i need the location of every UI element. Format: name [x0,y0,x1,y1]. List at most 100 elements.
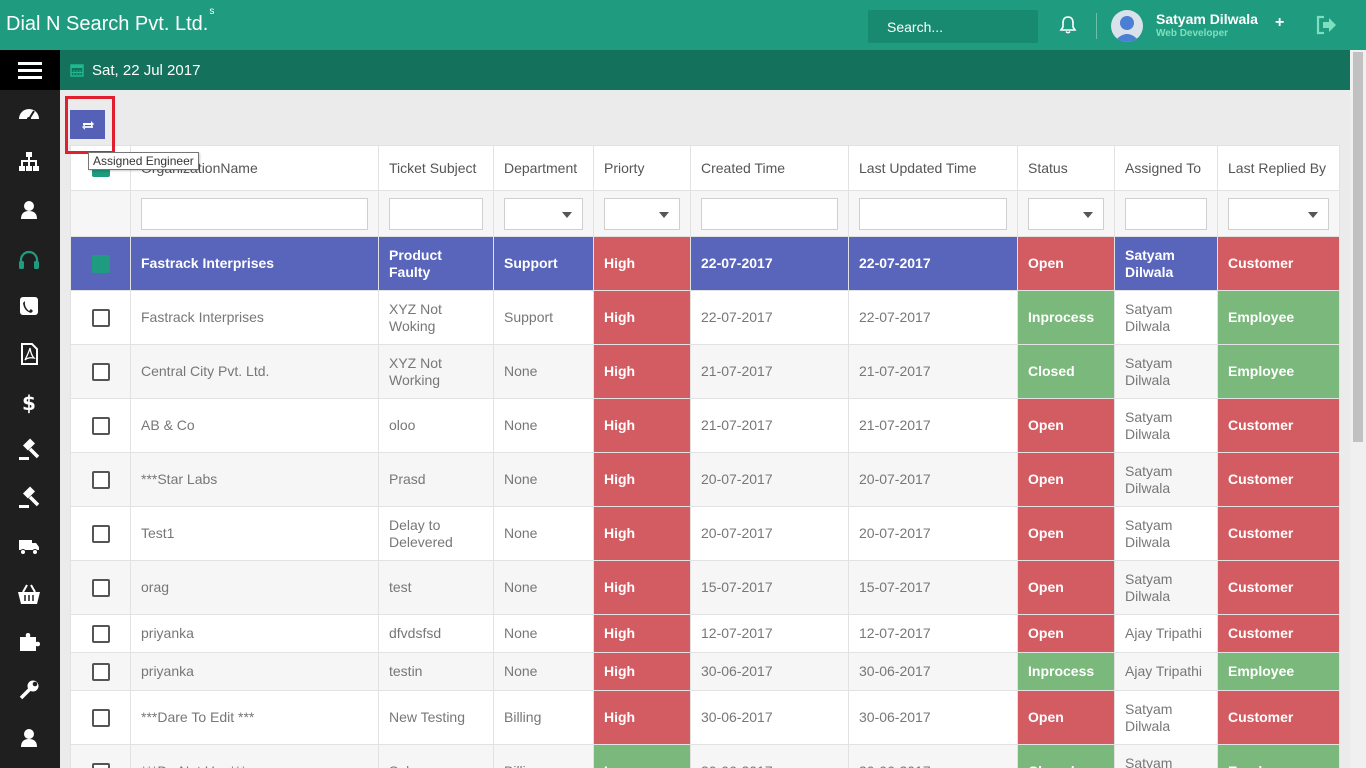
wrench-icon [19,680,39,700]
row-checkbox[interactable] [91,624,110,643]
org-filter-input[interactable] [141,197,368,230]
subject-cell: Product Faulty [378,236,494,291]
assign-engineer-button[interactable] [70,110,105,139]
table-row[interactable]: orag test None High 15-07-2017 15-07-2017 Open… [70,560,1340,615]
created-cell: 21-07-2017 [690,344,849,399]
app-title-superscript: s [209,6,215,18]
created-filter-input[interactable] [701,197,838,230]
table-row[interactable]: AB & Co oloo None High 21-07-2017 21-07-2017 O… [70,398,1340,453]
sidebar-item-legal[interactable] [16,437,42,463]
sidebar-item-documents[interactable] [16,341,42,367]
replied-badge: Customer [1217,614,1340,653]
table-row[interactable]: priyanka testin None High 30-06-2017 30-06-20… [70,652,1340,691]
created-cell: 22-07-2017 [690,290,849,345]
column-header[interactable]: Created Time [690,145,849,191]
row-select-cell [70,560,131,615]
created-cell: 30-06-2017 [690,690,849,745]
filter-cell [1114,190,1218,237]
sidebar-item-plugins[interactable] [16,629,42,655]
column-header[interactable]: Priorty [593,145,691,191]
column-header[interactable]: Last Replied By [1217,145,1340,191]
sidebar-item-support[interactable] [16,247,42,273]
created-cell: 30-06-2017 [690,652,849,691]
row-checkbox[interactable] [91,254,110,273]
scrollbar-thumb[interactable] [1353,52,1363,442]
status-badge: Open [1017,614,1115,653]
row-checkbox[interactable] [91,470,110,489]
sidebar-item-delivery[interactable] [16,533,42,559]
row-checkbox[interactable] [91,662,110,681]
sidebar-item-shop[interactable] [16,581,42,607]
replied-filter-select[interactable] [1228,197,1329,230]
org-cell: ***Star Labs [130,452,379,507]
user-name[interactable]: Satyam Dilwala [1156,11,1258,27]
department-cell: None [493,614,594,653]
row-checkbox[interactable] [91,416,110,435]
row-checkbox[interactable] [91,524,110,543]
table-row[interactable]: Fastrack Interprises Product Faulty Suppor… [70,236,1340,291]
assigned-cell: Satyam Dilwala [1114,506,1218,561]
assigned-filter-input[interactable] [1125,197,1207,230]
table-row[interactable]: ***Star Labs Prasd None High 20-07-2017 20-07… [70,452,1340,507]
pdf-file-icon [21,343,38,365]
table-row[interactable]: Fastrack Interprises XYZ Not Woking Suppor… [70,290,1340,345]
table-row[interactable]: ***Do Not Use***SalesBillingLow30-06-201… [70,744,1340,768]
row-select-cell [70,290,131,345]
filter-cell [130,190,379,237]
assigned-cell: Satyam Dilwala [1114,398,1218,453]
sidebar-item-profile[interactable] [16,725,42,751]
avatar-icon [1114,16,1140,42]
table-row[interactable]: Central City Pvt. Ltd. XYZ Not Working Non… [70,344,1340,399]
row-checkbox[interactable] [91,708,110,727]
page-scrollbar[interactable] [1350,50,1366,768]
updated-filter-input[interactable] [859,197,1007,230]
department-filter-select[interactable] [504,197,583,230]
sidebar-item-legal-2[interactable] [16,485,42,511]
search-input[interactable]: Search... [868,10,1038,43]
created-cell: 20-07-2017 [690,506,849,561]
table-row[interactable]: priyanka dfvdsfsd None High 12-07-2017 12-07-… [70,614,1340,653]
priority-filter-select[interactable] [604,197,680,230]
logout-icon[interactable] [1315,15,1337,35]
org-cell: priyanka [130,614,379,653]
row-checkbox[interactable] [91,362,110,381]
column-header[interactable]: Ticket Subject [378,145,494,191]
org-cell: priyanka [130,652,379,691]
column-header[interactable]: Last Updated Time [848,145,1018,191]
sidebar-item-settings[interactable] [16,677,42,703]
column-header[interactable]: Department [493,145,594,191]
app-title[interactable]: Dial N Search Pvt. Ltd.s [6,6,214,36]
status-filter-select[interactable] [1028,197,1104,230]
basket-icon [18,584,40,604]
priority-badge: High [593,652,691,691]
table-row[interactable]: ***Dare To Edit *** New Testing Billing Hig… [70,690,1340,745]
avatar[interactable] [1111,10,1143,42]
column-header[interactable]: Status [1017,145,1115,191]
headset-icon [19,250,39,269]
bell-icon[interactable] [1058,15,1078,35]
sidebar-item-dashboard[interactable] [16,101,42,127]
add-button[interactable]: + [1275,14,1284,32]
user-icon [21,729,37,747]
org-cell: Test1 [130,506,379,561]
row-select-cell [70,652,131,691]
sidebar-item-organization[interactable] [16,149,42,175]
row-select-cell [70,614,131,653]
sidebar-item-calls[interactable] [16,293,42,319]
phone-icon [20,297,38,315]
filter-cell [493,190,594,237]
created-cell: 22-07-2017 [690,236,849,291]
row-checkbox[interactable] [91,762,110,768]
app-title-text: Dial N Search Pvt. Ltd. [6,13,209,35]
hamburger-menu-button[interactable] [0,50,60,90]
subject-filter-input[interactable] [389,197,483,230]
table-row[interactable]: Test1 Delay to Delevered None High 20-07-201… [70,506,1340,561]
sidebar-item-users[interactable] [16,197,42,223]
row-checkbox[interactable] [91,308,110,327]
column-header[interactable]: Assigned To [1114,145,1218,191]
row-checkbox[interactable] [91,578,110,597]
replied-badge: Customer [1217,690,1340,745]
filter-cell [593,190,691,237]
dashboard-icon [19,109,39,121]
sidebar-item-billing[interactable]: $ [16,389,42,415]
